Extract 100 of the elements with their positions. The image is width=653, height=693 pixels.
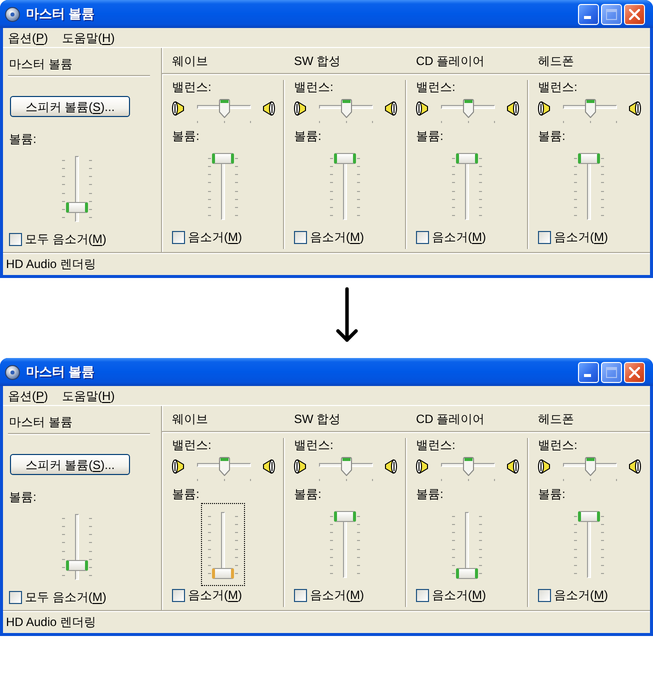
speaker-icon (629, 101, 641, 116)
channel-name: SW 합성 (294, 54, 341, 68)
speaker-icon (507, 459, 519, 474)
channel-name: CD 플레이어 (416, 412, 485, 426)
volume-label: 볼륨: (416, 487, 444, 501)
disc-icon (5, 6, 20, 22)
speaker-icon (538, 459, 550, 474)
slider-thumb[interactable] (334, 510, 356, 522)
slider-thumb[interactable] (578, 510, 600, 522)
mute-checkbox[interactable] (416, 588, 429, 602)
volume-label: 볼륨: (538, 487, 566, 501)
slider-thumb[interactable] (584, 457, 596, 476)
mute-checkbox[interactable] (294, 588, 307, 602)
mute-label[interactable]: 모두 음소거(M) (25, 232, 106, 246)
slider-thumb[interactable] (578, 152, 600, 164)
speaker-icon (172, 459, 184, 474)
channel-name: 헤드폰 (538, 54, 574, 68)
mute-label[interactable]: 음소거(M) (310, 230, 364, 244)
minimize-button[interactable] (578, 4, 599, 24)
slider-thumb[interactable] (584, 99, 596, 118)
mute-checkbox[interactable] (416, 230, 429, 244)
slider-thumb[interactable] (456, 568, 478, 578)
speaker-icon (294, 101, 306, 116)
channel-name: SW 합성 (294, 412, 341, 426)
menu-item[interactable]: 도움말(H) (57, 388, 120, 402)
speaker-icon (172, 101, 184, 116)
slider-thumb[interactable] (340, 457, 352, 476)
speaker-volume-button[interactable]: 스피커 볼륨(S)... (10, 96, 130, 117)
menu-item[interactable]: 옵션(P) (3, 388, 54, 402)
slider-thumb[interactable] (334, 152, 356, 164)
mute-label[interactable]: 모두 음소거(M) (25, 590, 106, 604)
mute-label[interactable]: 음소거(M) (432, 588, 486, 602)
status-text: HD Audio 렌더링 (6, 615, 96, 629)
speaker-icon (538, 101, 550, 116)
slider-thumb[interactable] (66, 202, 88, 214)
volume-label: 볼륨: (9, 490, 36, 504)
mute-checkbox[interactable] (9, 232, 22, 246)
close-button[interactable] (624, 362, 645, 382)
speaker-icon (385, 101, 397, 116)
mute-checkbox[interactable] (538, 588, 551, 602)
speaker-icon (416, 459, 428, 474)
mute-checkbox[interactable] (172, 588, 185, 602)
volume-slider[interactable] (200, 503, 244, 586)
volume-label: 볼륨: (294, 487, 322, 501)
slider-thumb[interactable] (212, 568, 234, 578)
channel-name: 헤드폰 (538, 412, 574, 426)
window-title: 마스터 볼륨 (26, 364, 95, 380)
master-title: 마스터 볼륨 (8, 57, 72, 71)
speaker-icon (629, 459, 641, 474)
speaker-icon (385, 459, 397, 474)
disc-icon (5, 364, 20, 380)
mute-checkbox[interactable] (538, 230, 551, 244)
close-icon (629, 8, 640, 20)
volume-label: 볼륨: (9, 132, 36, 146)
mute-label[interactable]: 음소거(M) (310, 588, 364, 602)
speaker-volume-button[interactable]: 스피커 볼륨(S)... (10, 454, 130, 475)
close-icon (629, 366, 640, 378)
maximize-icon (606, 8, 617, 20)
speaker-icon (263, 101, 275, 116)
minimize-icon (584, 374, 591, 376)
close-button[interactable] (624, 4, 645, 24)
maximize-icon (606, 366, 617, 378)
mute-label[interactable]: 음소거(M) (432, 230, 486, 244)
mute-label[interactable]: 음소거(M) (188, 588, 242, 602)
mute-checkbox[interactable] (294, 230, 307, 244)
status-text: HD Audio 렌더링 (6, 257, 96, 271)
slider-thumb[interactable] (218, 457, 230, 476)
mute-checkbox[interactable] (9, 590, 22, 604)
minimize-button[interactable] (578, 362, 599, 382)
slider-thumb[interactable] (218, 99, 230, 118)
speaker-icon (263, 459, 275, 474)
minimize-icon (584, 16, 591, 18)
balance-label: 밸런스: (416, 438, 456, 452)
slider-thumb[interactable] (462, 99, 474, 118)
menu-item[interactable]: 옵션(P) (3, 30, 54, 44)
slider-thumb[interactable] (212, 152, 234, 164)
volume-label: 볼륨: (172, 487, 200, 501)
volume-label: 볼륨: (172, 129, 200, 143)
slider-thumb[interactable] (462, 457, 474, 476)
mute-label[interactable]: 음소거(M) (554, 230, 608, 244)
mute-checkbox[interactable] (172, 230, 185, 244)
master-title: 마스터 볼륨 (8, 415, 72, 429)
speaker-icon (294, 459, 306, 474)
mute-label[interactable]: 음소거(M) (188, 230, 242, 244)
slider-thumb[interactable] (340, 99, 352, 118)
balance-label: 밸런스: (172, 80, 212, 94)
slider-thumb[interactable] (456, 152, 478, 164)
window-title: 마스터 볼륨 (26, 6, 95, 22)
volume-label: 볼륨: (294, 129, 322, 143)
channel-name: 웨이브 (172, 54, 208, 68)
slider-thumb[interactable] (66, 560, 88, 572)
mute-label[interactable]: 음소거(M) (554, 588, 608, 602)
balance-label: 밸런스: (294, 438, 334, 452)
balance-label: 밸런스: (538, 80, 578, 94)
menu-item[interactable]: 도움말(H) (57, 30, 120, 44)
balance-label: 밸런스: (294, 80, 334, 94)
volume-label: 볼륨: (416, 129, 444, 143)
down-arrow-icon (336, 287, 358, 343)
channel-name: 웨이브 (172, 412, 208, 426)
channel-name: CD 플레이어 (416, 54, 485, 68)
